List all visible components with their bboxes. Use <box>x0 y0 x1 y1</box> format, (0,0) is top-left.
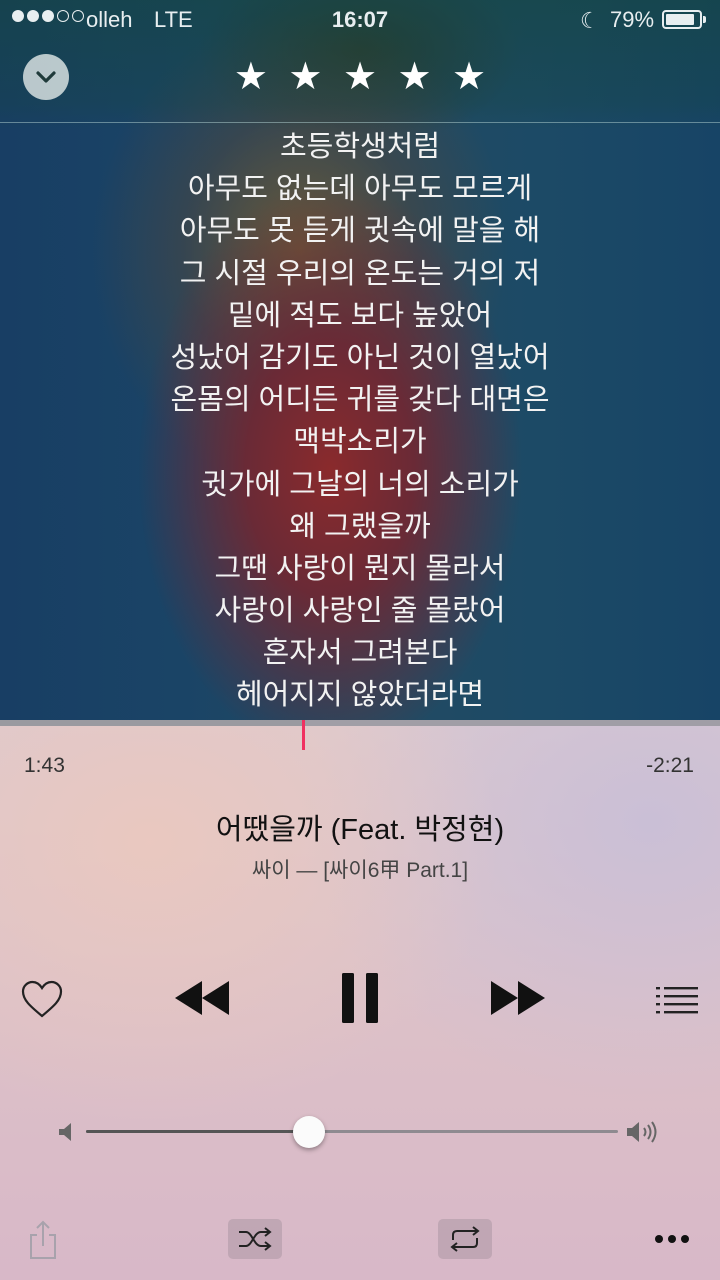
shuffle-button[interactable] <box>228 1219 282 1259</box>
heart-icon <box>21 980 63 1018</box>
share-icon <box>30 1220 56 1259</box>
status-bar: olleh LTE 16:07 ☾ 79% <box>0 0 720 40</box>
battery-icon <box>662 10 706 29</box>
lyric-line: 성났어 감기도 아닌 것이 열났어 <box>170 341 550 374</box>
lyric-line: 혼자서 그려본다 <box>262 637 458 670</box>
star-icon[interactable]: ★ <box>452 58 486 96</box>
remaining-time: -2:21 <box>646 754 694 777</box>
volume-slider-track[interactable] <box>86 1130 618 1133</box>
playhead[interactable] <box>302 720 305 750</box>
volume-slider-knob[interactable] <box>293 1116 325 1148</box>
rewind-icon <box>175 981 229 1015</box>
speaker-low-icon <box>59 1123 71 1141</box>
fast-forward-icon <box>491 981 545 1015</box>
repeat-button[interactable] <box>438 1219 492 1259</box>
up-next-button[interactable] <box>652 978 702 1022</box>
lyric-line: 왜 그랬을까 <box>289 510 431 543</box>
lyric-line: 밑에 적도 보다 높았어 <box>227 299 493 332</box>
lyric-line: 맥박소리가 <box>293 426 427 459</box>
more-icon <box>655 1235 689 1243</box>
rewind-button[interactable] <box>170 972 234 1024</box>
pause-icon <box>342 973 378 1023</box>
lyric-line: 그 시절 우리의 온도는 거의 저 <box>179 257 541 290</box>
lyrics-panel[interactable]: 초등학생처럼 아무도 없는데 아무도 모르게 아무도 못 듣게 귓속에 말을 해… <box>0 126 720 717</box>
star-icon[interactable]: ★ <box>234 58 268 96</box>
shuffle-icon <box>239 1227 272 1251</box>
lyric-line: 사랑이 사랑인 줄 몰랐어 <box>214 595 506 628</box>
lyric-line: 초등학생처럼 <box>279 131 441 163</box>
volume-slider-fill <box>86 1130 310 1133</box>
playback-scrubber[interactable] <box>0 720 720 726</box>
fast-forward-button[interactable] <box>486 972 550 1024</box>
lyric-line: 온몸의 어디든 귀를 갖다 대면은 <box>170 384 550 417</box>
more-options-button[interactable] <box>652 1226 692 1252</box>
pause-button[interactable] <box>332 965 388 1031</box>
lyric-line: 헤어지지 않았더라면 <box>235 679 485 712</box>
artist-album: 싸이 — [싸이6甲 Part.1] <box>251 859 469 882</box>
playback-progress-fill <box>0 720 303 726</box>
repeat-icon <box>450 1226 480 1252</box>
list-icon <box>656 987 698 1014</box>
star-icon[interactable]: ★ <box>288 58 322 96</box>
speaker-high-icon <box>627 1121 657 1143</box>
lyric-line: 귓가에 그날의 너의 소리가 <box>201 468 519 501</box>
favorite-button[interactable] <box>18 975 66 1023</box>
rating-stars[interactable]: ★ ★ ★ ★ ★ <box>0 58 720 96</box>
star-icon[interactable]: ★ <box>397 58 431 96</box>
lyric-line: 아무도 못 듣게 귓속에 말을 해 <box>179 215 541 248</box>
share-button[interactable] <box>26 1218 60 1262</box>
header-divider <box>0 122 720 123</box>
do-not-disturb-icon: ☾ <box>580 8 600 33</box>
lyric-line: 그땐 사랑이 뭔지 몰라서 <box>214 552 506 585</box>
star-icon[interactable]: ★ <box>343 58 377 96</box>
elapsed-time: 1:43 <box>24 754 65 777</box>
lyric-line: 아무도 없는데 아무도 모르게 <box>187 173 533 206</box>
battery-percent: 79% <box>610 7 655 32</box>
song-title: 어땠을까 (Feat. 박정현) <box>215 814 505 846</box>
volume-control[interactable] <box>56 1114 666 1150</box>
